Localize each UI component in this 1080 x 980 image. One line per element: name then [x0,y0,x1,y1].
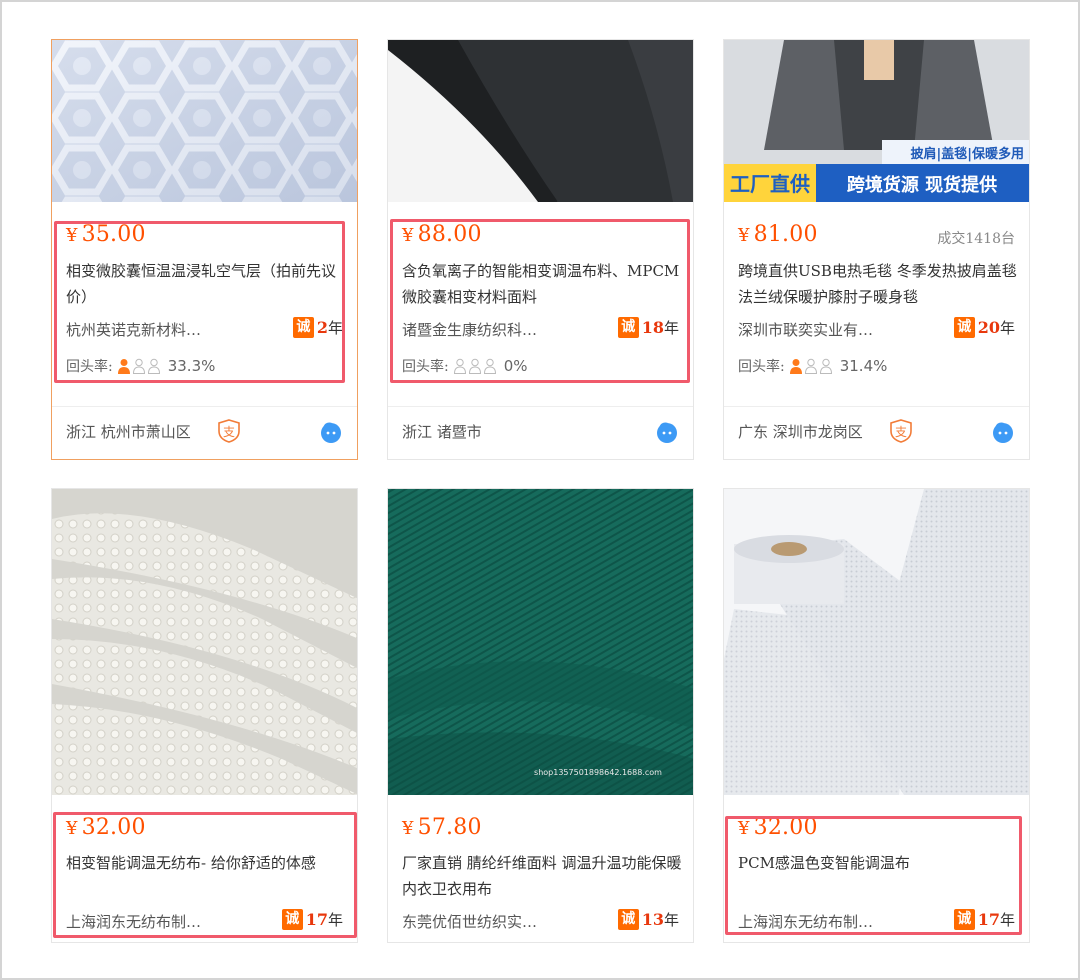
product-image[interactable] [724,489,1029,795]
product-image[interactable] [52,40,357,202]
highlight-box [54,221,345,383]
location: 浙江 杭州市萧山区 [66,423,191,441]
person-outline-icon [819,358,832,374]
years-badge: 诚 13 年 [617,909,679,930]
wangwang-chat-icon[interactable] [319,420,343,444]
person-filled-icon [789,359,802,374]
product-image[interactable] [388,40,693,202]
product-image[interactable]: 披肩|盖毯|保暖多用 工厂直供 跨境货源 现货提供 [724,40,1029,202]
location: 浙江 诸暨市 [402,423,482,441]
wangwang-chat-icon[interactable] [655,420,679,444]
highlight-box [725,816,1022,935]
svg-text:支: 支 [223,425,235,439]
product-price: ¥57.80 [402,815,482,840]
location: 广东 深圳市龙岗区 [738,423,863,441]
person-outline-icon [804,358,817,374]
product-title[interactable]: 厂家直销 腈纶纤维面料 调温升温功能保暖内衣卫衣用布 [402,850,685,902]
wangwang-chat-icon[interactable] [991,420,1015,444]
product-card[interactable]: 披肩|盖毯|保暖多用 工厂直供 跨境货源 现货提供 ¥81.00 成交1418台… [723,39,1030,460]
product-image[interactable] [52,489,357,795]
company-name[interactable]: 东莞优佰世纺织实… [402,911,537,932]
highlight-box [53,812,357,938]
svg-text:工厂直供: 工厂直供 [730,172,810,196]
product-price: ¥81.00 [738,222,818,247]
alipay-shield-icon: 支 [218,419,240,443]
years-badge: 诚 20 年 [953,317,1015,338]
card-footer: 浙江 诸暨市 [388,406,693,458]
repeat-rate: 回头率: 31.4% [738,357,888,375]
svg-text:支: 支 [895,425,907,439]
company-name[interactable]: 深圳市联奕实业有… [738,319,873,340]
cheng-icon: 诚 [617,909,639,930]
product-card[interactable]: shop1357501898642.1688.com ¥57.80 厂家直销 腈… [387,488,694,943]
cheng-icon: 诚 [953,317,975,338]
deal-count: 成交1418台 [937,231,1015,247]
card-footer: 广东 深圳市龙岗区 支 [724,406,1029,458]
product-image[interactable]: shop1357501898642.1688.com [388,489,693,795]
product-title[interactable]: 跨境直供USB电热毛毯 冬季发热披肩盖毯法兰绒保暖护膝肘子暖身毯 [738,258,1021,310]
svg-text:shop1357501898642.1688.com: shop1357501898642.1688.com [534,768,662,777]
highlight-box [390,219,690,383]
svg-text:跨境货源 现货提供: 跨境货源 现货提供 [847,174,997,196]
card-footer: 浙江 杭州市萧山区 支 [52,406,357,458]
alipay-shield-icon: 支 [890,419,912,443]
svg-text:披肩|盖毯|保暖多用: 披肩|盖毯|保暖多用 [911,146,1025,162]
